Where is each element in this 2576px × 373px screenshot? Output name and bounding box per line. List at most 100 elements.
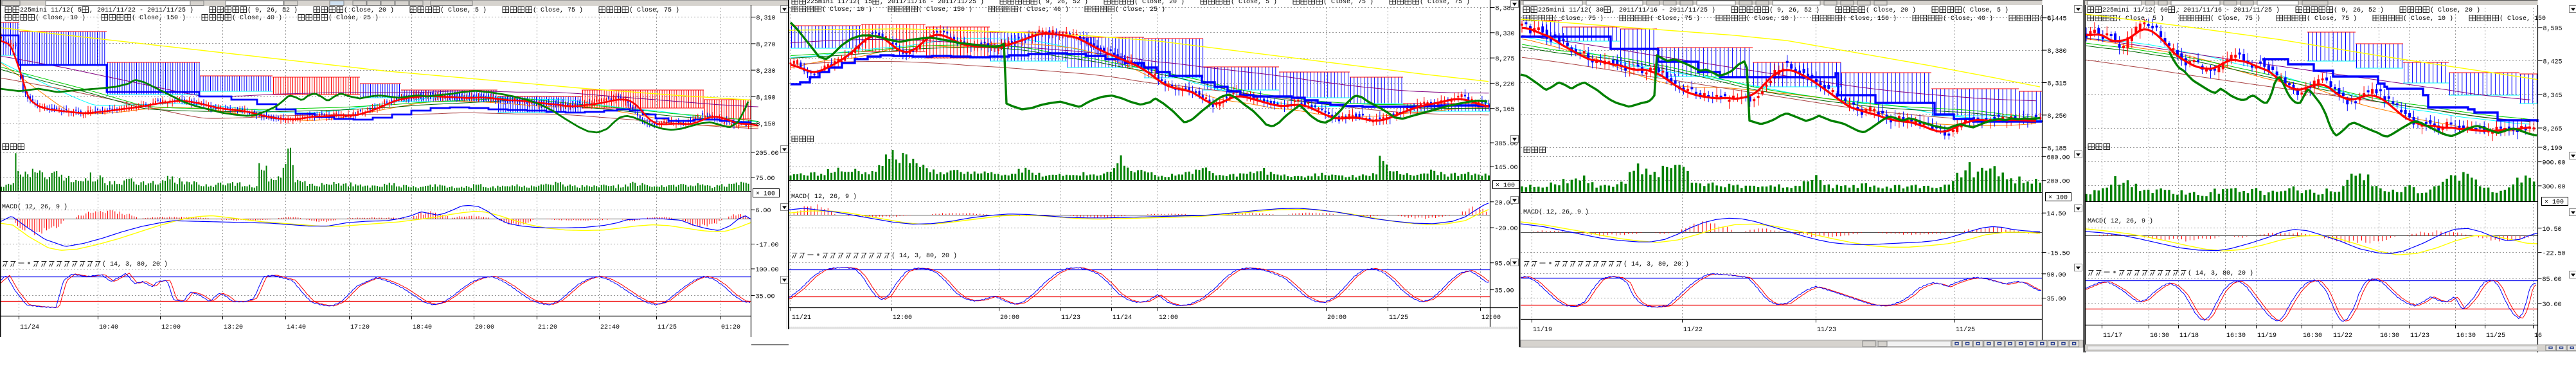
svg-text:11/17: 11/17 <box>2103 332 2122 340</box>
svg-text:( 9, 26, 52 ): ( 9, 26, 52 ) <box>1038 0 1088 6</box>
svg-text:35.00: 35.00 <box>2047 296 2066 304</box>
svg-text:MACD( 12, 26, 9 ): MACD( 12, 26, 9 ) <box>2 203 67 211</box>
svg-text:( Close, 5 ): ( Close, 5 ) <box>440 6 487 14</box>
svg-text:8,275: 8,275 <box>1496 56 1515 63</box>
svg-text:( Close, 75 ): ( Close, 75 ) <box>1420 0 1470 6</box>
svg-text:12:00: 12:00 <box>1159 314 1178 322</box>
svg-text:( Close, 5 ): ( Close, 5 ) <box>1962 6 2008 14</box>
svg-text:MACD( 12, 26, 9 ): MACD( 12, 26, 9 ) <box>1523 208 1589 216</box>
svg-text:11/25: 11/25 <box>1389 314 1408 322</box>
svg-text:6.00: 6.00 <box>756 208 771 215</box>
svg-text:-15.50: -15.50 <box>2047 251 2070 258</box>
svg-text:8,330: 8,330 <box>1496 31 1515 38</box>
svg-text:8,185: 8,185 <box>2048 145 2067 152</box>
svg-text:01:20: 01:20 <box>721 324 740 331</box>
svg-text:10:40: 10:40 <box>99 324 118 331</box>
svg-text:90.00: 90.00 <box>2047 272 2066 279</box>
svg-text:8,425: 8,425 <box>2543 59 2563 66</box>
svg-text:600.00: 600.00 <box>2047 154 2070 161</box>
svg-text:22:40: 22:40 <box>600 324 620 331</box>
svg-text:900.00: 900.00 <box>2543 160 2566 167</box>
svg-text:( Close, 20 ): ( Close, 20 ) <box>344 6 394 14</box>
svg-text:225mini 11/12( 5: 225mini 11/12( 5 <box>20 6 82 14</box>
svg-text:11/23: 11/23 <box>2410 332 2429 340</box>
svg-text:8,270: 8,270 <box>756 42 776 49</box>
svg-text:( Close, 10 ): ( Close, 10 ) <box>35 14 85 22</box>
svg-text:20:00: 20:00 <box>475 324 494 331</box>
svg-text:( Close, 20 ): ( Close, 20 ) <box>2430 6 2480 14</box>
svg-text:( Close, 150 ): ( Close, 150 ) <box>132 14 186 22</box>
svg-text:11/22: 11/22 <box>1683 326 1703 334</box>
svg-text:17:20: 17:20 <box>350 324 370 331</box>
svg-text:-17.00: -17.00 <box>756 242 779 250</box>
svg-text:205.00: 205.00 <box>756 150 779 158</box>
svg-text:11/25: 11/25 <box>2486 332 2505 340</box>
svg-text:225mini 11/12( 15: 225mini 11/12( 15 <box>807 0 872 6</box>
svg-text:( Close, 75 ): ( Close, 75 ) <box>1553 15 1604 23</box>
svg-text:8,250: 8,250 <box>2048 113 2067 120</box>
svg-text:8,165: 8,165 <box>1496 107 1515 114</box>
svg-text:11/25: 11/25 <box>657 323 677 331</box>
svg-text:( 14, 3, 80, 20 ): ( 14, 3, 80, 20 ) <box>1623 260 1689 268</box>
svg-text:14.50: 14.50 <box>2047 211 2066 218</box>
svg-text:12:00: 12:00 <box>893 314 912 322</box>
svg-text:14:40: 14:40 <box>287 324 306 331</box>
svg-text:( 14, 3, 80, 20 ): ( 14, 3, 80, 20 ) <box>891 252 957 260</box>
svg-text:( Close, 10 ): ( Close, 10 ) <box>2403 15 2453 23</box>
svg-text:, 2011/11/22 - 2011/11/25 ): , 2011/11/22 - 2011/11/25 ) <box>89 6 193 14</box>
svg-text:( Close, 40 ): ( Close, 40 ) <box>232 14 282 22</box>
svg-text:( Close, 10 ): ( Close, 10 ) <box>822 6 872 14</box>
svg-text:300.00: 300.00 <box>2543 184 2566 191</box>
svg-text:( Close, 150: ( Close, 150 <box>2500 15 2546 23</box>
svg-text:16:30: 16:30 <box>2150 332 2169 340</box>
svg-text:8,190: 8,190 <box>756 95 776 102</box>
svg-text:16:30: 16:30 <box>2380 332 2399 340</box>
svg-text:20:00: 20:00 <box>1327 314 1346 322</box>
svg-text:8,380: 8,380 <box>2048 48 2067 55</box>
svg-text:11/19: 11/19 <box>2257 332 2276 340</box>
svg-text:85.00: 85.00 <box>2543 277 2562 284</box>
svg-text:8,315: 8,315 <box>2048 81 2067 88</box>
svg-text:11/25: 11/25 <box>1956 326 1975 334</box>
svg-text:8,190: 8,190 <box>2543 145 2563 152</box>
svg-text:( Close, 75 ): ( Close, 75 ) <box>533 6 583 14</box>
svg-text:( Close, 25 ): ( Close, 25 ) <box>1115 6 1165 14</box>
svg-text:, 2011/11/16 - 2011/11/25 ): , 2011/11/16 - 2011/11/25 ) <box>2176 6 2280 14</box>
svg-text:11/23: 11/23 <box>1817 326 1836 334</box>
svg-text:× 100: × 100 <box>2545 199 2564 206</box>
svg-text:( Close, 25 ): ( Close, 25 ) <box>328 14 379 22</box>
svg-text:225mini 11/12( 60: 225mini 11/12( 60 <box>2102 6 2168 14</box>
svg-text:8,230: 8,230 <box>756 68 776 75</box>
svg-text:-22.50: -22.50 <box>2543 251 2566 258</box>
svg-text:8,505: 8,505 <box>2543 26 2563 33</box>
svg-text:10.50: 10.50 <box>2543 226 2562 233</box>
svg-text:16:30: 16:30 <box>2303 332 2322 340</box>
svg-text:× 100: × 100 <box>2048 195 2068 202</box>
svg-text:8,220: 8,220 <box>1496 81 1515 88</box>
svg-text:( Close, 20 ): ( Close, 20 ) <box>1134 0 1185 6</box>
svg-text:× 100: × 100 <box>756 191 775 198</box>
svg-text:11/24: 11/24 <box>20 323 39 331</box>
svg-text:8,345: 8,345 <box>2543 93 2563 100</box>
svg-text:( 14, 3, 80, 20 ): ( 14, 3, 80, 20 ) <box>2188 269 2253 277</box>
svg-text:145.00: 145.00 <box>1495 165 1518 172</box>
svg-text:( Close, 40 ): ( Close, 40 ) <box>1019 6 1069 14</box>
svg-text:11/18: 11/18 <box>2179 332 2199 340</box>
svg-text:( 9, 26, 52 ): ( 9, 26, 52 ) <box>1769 6 1820 14</box>
svg-text:( Close, 20 ): ( Close, 20 ) <box>1866 6 1916 14</box>
svg-text:( Close, 75 ): ( Close, 75 ) <box>629 6 679 14</box>
svg-text:( Close, 75 ): ( Close, 75 ) <box>1323 0 1373 6</box>
svg-text:16:30: 16:30 <box>2456 332 2476 340</box>
svg-text:8,310: 8,310 <box>756 15 776 23</box>
svg-text:× 100: × 100 <box>1496 183 1515 190</box>
svg-text:MACD( 12, 26, 9 ): MACD( 12, 26, 9 ) <box>2088 217 2153 225</box>
svg-text:( 9, 26, 52 ): ( 9, 26, 52 ) <box>247 6 298 14</box>
svg-text:20:00: 20:00 <box>1000 314 1019 322</box>
svg-text:( 14, 3, 80, 20 ): ( 14, 3, 80, 20 ) <box>102 260 168 268</box>
svg-text:16:30: 16:30 <box>2226 332 2246 340</box>
svg-text:8,150: 8,150 <box>756 122 776 129</box>
svg-text:75.00: 75.00 <box>756 176 775 183</box>
svg-text:, 2011/11/16 - 2011/11/25 ): , 2011/11/16 - 2011/11/25 ) <box>1611 6 1715 14</box>
svg-text:11/24: 11/24 <box>1113 314 1132 322</box>
svg-text:( Close, 150 ): ( Close, 150 ) <box>918 6 972 14</box>
